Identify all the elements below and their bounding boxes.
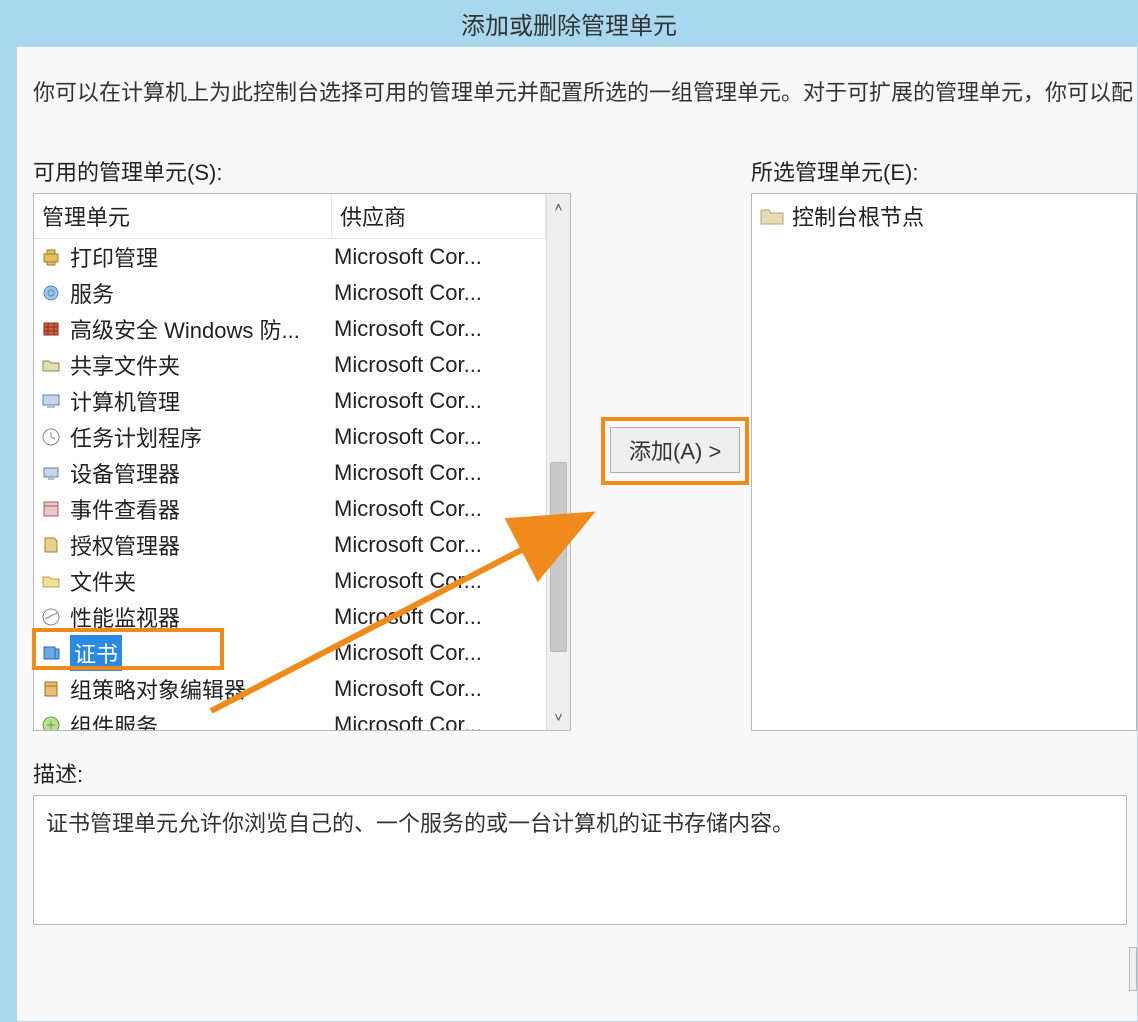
list-item[interactable]: 设备管理器 Microsoft Cor... — [34, 455, 546, 491]
printer-icon — [38, 246, 64, 268]
scroll-up-arrow[interactable]: ˄ — [547, 194, 570, 220]
component-svc-icon — [38, 714, 64, 730]
list-item-vendor: Microsoft Cor... — [334, 424, 546, 450]
list-item-vendor: Microsoft Cor... — [334, 352, 546, 378]
list-item-name: 事件查看器 — [70, 493, 180, 525]
client-area: 你可以在计算机上为此控制台选择可用的管理单元并配置所选的一组管理单元。对于可扩展… — [16, 46, 1138, 1022]
description-box: 证书管理单元允许你浏览自己的、一个服务的或一台计算机的证书存储内容。 — [33, 795, 1127, 925]
available-listbox[interactable]: 管理单元 供应商 打印管理 Microsoft Cor... 服务 Microsoft… — [33, 193, 571, 731]
certificate-icon — [38, 642, 64, 664]
list-item-name: 计算机管理 — [70, 385, 180, 417]
list-item-vendor: Microsoft Cor... — [334, 280, 546, 306]
list-item-vendor: Microsoft Cor... — [334, 460, 546, 486]
list-item-name: 共享文件夹 — [70, 349, 180, 381]
list-item[interactable]: 计算机管理 Microsoft Cor... — [34, 383, 546, 419]
list-item-vendor: Microsoft Cor... — [334, 244, 546, 270]
annotation-add-button: 添加(A) > — [601, 417, 749, 485]
list-scrollbar[interactable]: ˄ ˅ — [546, 194, 570, 730]
scroll-down-arrow[interactable]: ˅ — [547, 704, 570, 730]
scroll-thumb[interactable] — [550, 462, 567, 652]
list-item[interactable]: 文件夹 Microsoft Cor... — [34, 563, 546, 599]
list-item-vendor: Microsoft Cor... — [334, 568, 546, 594]
folder-icon — [760, 206, 784, 226]
list-item[interactable]: 性能监视器 Microsoft Cor... — [34, 599, 546, 635]
gpo-icon — [38, 678, 64, 700]
clock-icon — [38, 426, 64, 448]
tree-root-label: 控制台根节点 — [792, 200, 924, 232]
list-item-name: 证书 — [70, 635, 122, 671]
available-list-header[interactable]: 管理单元 供应商 — [34, 194, 546, 239]
list-item-vendor: Microsoft Cor... — [334, 604, 546, 630]
list-item-vendor: Microsoft Cor... — [334, 712, 546, 730]
list-item[interactable]: 高级安全 Windows 防... Microsoft Cor... — [34, 311, 546, 347]
list-item-vendor: Microsoft Cor... — [334, 532, 546, 558]
selected-tree[interactable]: 控制台根节点 — [751, 193, 1137, 731]
list-item[interactable]: 授权管理器 Microsoft Cor... — [34, 527, 546, 563]
list-item-name: 性能监视器 — [70, 601, 180, 633]
add-button[interactable]: 添加(A) > — [610, 427, 740, 473]
device-mgr-icon — [38, 462, 64, 484]
list-item[interactable]: 证书 Microsoft Cor... — [34, 635, 546, 671]
column-header-vendor[interactable]: 供应商 — [332, 194, 546, 238]
instructions-text: 你可以在计算机上为此控制台选择可用的管理单元并配置所选的一组管理单元。对于可扩展… — [33, 75, 1137, 107]
tree-root-item[interactable]: 控制台根节点 — [760, 200, 1128, 232]
column-header-name[interactable]: 管理单元 — [34, 194, 332, 238]
list-item[interactable]: 任务计划程序 Microsoft Cor... — [34, 419, 546, 455]
list-item[interactable]: 组策略对象编辑器 Microsoft Cor... — [34, 671, 546, 707]
description-label: 描述: — [33, 757, 1137, 789]
list-item-name: 设备管理器 — [70, 457, 180, 489]
selected-label: 所选管理单元(E): — [751, 155, 1137, 187]
perfmon-icon — [38, 606, 64, 628]
list-item-name: 任务计划程序 — [70, 421, 202, 453]
list-item[interactable]: 事件查看器 Microsoft Cor... — [34, 491, 546, 527]
list-item-name: 文件夹 — [70, 565, 136, 597]
list-item[interactable]: 组件服务 Microsoft Cor... — [34, 707, 546, 730]
list-item-name: 组件服务 — [70, 709, 158, 730]
titlebar: 添加或删除管理单元 — [0, 0, 1138, 46]
list-item-name: 组策略对象编辑器 — [70, 673, 246, 705]
event-viewer-icon — [38, 498, 64, 520]
available-label: 可用的管理单元(S): — [33, 155, 571, 187]
description-text: 证书管理单元允许你浏览自己的、一个服务的或一台计算机的证书存储内容。 — [46, 811, 794, 836]
gear-icon — [38, 282, 64, 304]
list-item[interactable]: 共享文件夹 Microsoft Cor... — [34, 347, 546, 383]
list-item-vendor: Microsoft Cor... — [334, 388, 546, 414]
auth-mgr-icon — [38, 534, 64, 556]
list-item-name: 打印管理 — [70, 241, 158, 273]
list-item-name: 高级安全 Windows 防... — [70, 313, 300, 345]
computer-mgmt-icon — [38, 390, 64, 412]
folder-icon — [38, 570, 64, 592]
list-item-vendor: Microsoft Cor... — [334, 676, 546, 702]
list-item-name: 授权管理器 — [70, 529, 180, 561]
list-item[interactable]: 打印管理 Microsoft Cor... — [34, 239, 546, 275]
shared-folder-icon — [38, 354, 64, 376]
snapin-dialog: 添加或删除管理单元 你可以在计算机上为此控制台选择可用的管理单元并配置所选的一组… — [0, 0, 1138, 1022]
list-item-vendor: Microsoft Cor... — [334, 316, 546, 342]
dialog-button-stub[interactable] — [1129, 947, 1137, 991]
list-item-vendor: Microsoft Cor... — [334, 640, 546, 666]
firewall-icon — [38, 318, 64, 340]
list-item-name: 服务 — [70, 277, 114, 309]
window-title: 添加或删除管理单元 — [461, 6, 677, 41]
list-item-vendor: Microsoft Cor... — [334, 496, 546, 522]
list-item[interactable]: 服务 Microsoft Cor... — [34, 275, 546, 311]
